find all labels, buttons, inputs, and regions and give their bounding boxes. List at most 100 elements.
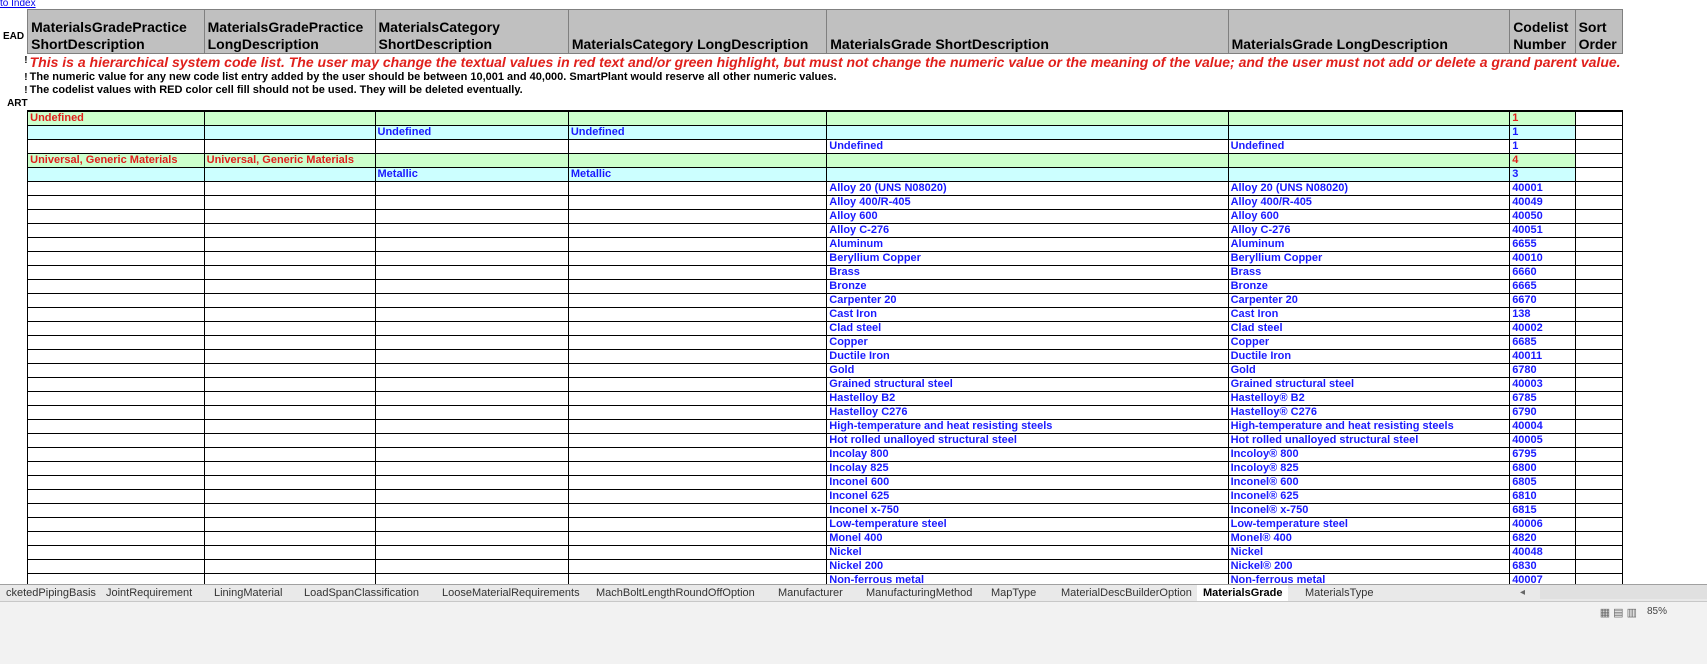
table-cell[interactable]: Hastelloy® B2 [1227,391,1511,406]
table-cell[interactable] [203,110,376,126]
table-cell[interactable]: Aluminum [1227,237,1511,252]
table-cell[interactable] [567,335,828,350]
table-cell[interactable] [27,531,205,546]
horizontal-scrollbar[interactable] [1540,585,1707,599]
sort-order-cell[interactable] [1574,110,1624,126]
table-cell[interactable] [374,433,569,448]
table-cell[interactable] [567,209,828,224]
table-cell[interactable]: Gold [826,363,1229,378]
table-cell[interactable]: Alloy C-276 [1227,223,1511,238]
table-cell[interactable]: Universal, Generic Materials [27,153,205,168]
table-cell[interactable] [27,139,205,154]
table-cell[interactable] [27,335,205,350]
numeric-range-note[interactable]: The numeric value for any new code list … [28,71,1623,84]
sort-order-cell[interactable] [1574,517,1624,532]
table-cell[interactable] [27,293,205,308]
sheet-tab-active[interactable]: MaterialsGrade [1197,585,1289,602]
table-cell[interactable] [1227,153,1511,168]
sort-order-cell[interactable] [1574,307,1624,322]
table-cell[interactable]: Alloy 400/R-405 [1227,195,1511,210]
table-cell[interactable]: Incolay 800 [826,447,1229,462]
codelist-number-cell[interactable]: 6810 [1509,489,1576,504]
table-cell[interactable]: Inconel x-750 [826,503,1229,518]
codelist-number-cell[interactable]: 40001 [1509,181,1576,196]
table-cell[interactable] [374,279,569,294]
table-cell[interactable] [27,251,205,266]
header-practice-short[interactable]: MaterialsGradePractice ShortDescription [27,9,205,54]
table-cell[interactable] [374,293,569,308]
table-cell[interactable] [374,503,569,518]
table-cell[interactable] [27,237,205,252]
codelist-number-cell[interactable]: 40049 [1509,195,1576,210]
table-cell[interactable]: Bronze [826,279,1229,294]
table-cell[interactable] [27,279,205,294]
table-cell[interactable]: Monel 400 [826,531,1229,546]
table-cell[interactable] [374,363,569,378]
table-cell[interactable]: Bronze [1227,279,1511,294]
table-cell[interactable]: Undefined [826,139,1229,154]
codelist-number-cell[interactable]: 40006 [1509,517,1576,532]
table-cell[interactable] [567,559,828,574]
sort-order-cell[interactable] [1574,139,1624,154]
table-cell[interactable]: Grained structural steel [1227,377,1511,392]
codelist-number-cell[interactable]: 40005 [1509,433,1576,448]
table-cell[interactable]: Undefined [27,110,205,126]
table-cell[interactable] [203,279,376,294]
table-cell[interactable] [203,139,376,154]
table-cell[interactable]: Inconel® 600 [1227,475,1511,490]
table-cell[interactable]: Clad steel [1227,321,1511,336]
table-cell[interactable]: Ductile Iron [826,349,1229,364]
table-cell[interactable] [203,181,376,196]
table-cell[interactable]: Alloy 400/R-405 [826,195,1229,210]
codelist-number-cell[interactable]: 6790 [1509,405,1576,420]
sort-order-cell[interactable] [1574,293,1624,308]
table-cell[interactable] [27,433,205,448]
header-grade-short[interactable]: MaterialsGrade ShortDescription [826,9,1229,54]
table-cell[interactable] [567,181,828,196]
table-cell[interactable]: Nickel 200 [826,559,1229,574]
table-cell[interactable] [374,265,569,280]
table-cell[interactable] [567,195,828,210]
table-cell[interactable] [374,181,569,196]
table-cell[interactable]: Grained structural steel [826,377,1229,392]
table-cell[interactable] [203,489,376,504]
table-cell[interactable] [27,447,205,462]
codelist-number-cell[interactable]: 40010 [1509,251,1576,266]
table-cell[interactable] [203,335,376,350]
table-cell[interactable]: Hot rolled unalloyed structural steel [826,433,1229,448]
table-cell[interactable] [203,167,376,182]
table-cell[interactable] [567,419,828,434]
codelist-number-cell[interactable]: 40002 [1509,321,1576,336]
table-cell[interactable] [374,223,569,238]
table-cell[interactable]: Copper [1227,335,1511,350]
table-cell[interactable] [27,545,205,560]
table-cell[interactable] [203,209,376,224]
table-cell[interactable] [567,110,828,126]
table-cell[interactable]: Hastelloy C276 [826,405,1229,420]
sheet-tab[interactable]: LiningMaterial [208,585,288,602]
table-cell[interactable]: Gold [1227,363,1511,378]
sort-order-cell[interactable] [1574,125,1624,140]
table-cell[interactable] [27,265,205,280]
table-cell[interactable] [567,531,828,546]
table-cell[interactable] [374,209,569,224]
codelist-number-cell[interactable]: 6665 [1509,279,1576,294]
table-cell[interactable] [374,405,569,420]
table-cell[interactable] [374,461,569,476]
table-cell[interactable]: Copper [826,335,1229,350]
table-cell[interactable] [567,307,828,322]
codelist-number-cell[interactable]: 40004 [1509,419,1576,434]
tab-scroll-left-icon[interactable]: ◂ [1520,585,1525,602]
table-cell[interactable] [567,223,828,238]
table-cell[interactable] [1227,125,1511,140]
sort-order-cell[interactable] [1574,559,1624,574]
table-cell[interactable]: Metallic [567,167,828,182]
table-cell[interactable]: Incoloy® 825 [1227,461,1511,476]
sheet-tab[interactable]: ManufacturingMethod [860,585,978,602]
codelist-number-cell[interactable]: 40011 [1509,349,1576,364]
table-cell[interactable] [27,209,205,224]
table-cell[interactable]: Beryllium Copper [1227,251,1511,266]
header-category-short[interactable]: MaterialsCategory ShortDescription [374,9,569,54]
table-cell[interactable] [374,251,569,266]
table-cell[interactable] [374,517,569,532]
